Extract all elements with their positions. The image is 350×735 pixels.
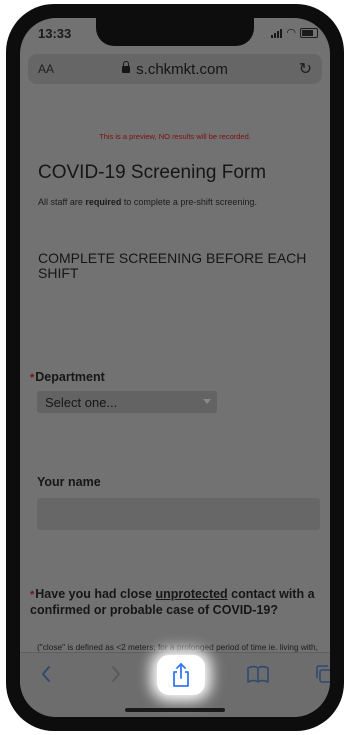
preview-notice: This is a preview, NO results will be re… [99,132,251,141]
address-bar[interactable]: AA s.chkmkt.com ↻ [28,54,322,84]
name-label: Your name [37,475,101,489]
battery-icon [300,28,318,38]
share-icon [173,663,189,687]
department-select[interactable]: Select one... [37,391,217,413]
phone-frame: 13:33 ◠ AA s.chkmkt.com ↻ This is a prev… [6,4,344,731]
chevron-right-icon [112,666,120,682]
name-input[interactable] [37,498,320,530]
forward-button[interactable] [106,661,126,687]
reload-icon[interactable]: ↻ [299,59,312,79]
screen: 13:33 ◠ AA s.chkmkt.com ↻ This is a prev… [20,18,330,717]
department-select-value: Select one... [45,395,118,410]
status-time: 13:33 [38,26,72,41]
status-icons: ◠ [271,27,318,39]
section-heading: COMPLETE SCREENING BEFORE EACH SHIFT [38,250,307,281]
lock-icon [122,61,131,73]
browser-toolbar [20,652,330,717]
wifi-icon: ◠ [286,27,296,39]
department-label: *Department [30,370,105,384]
intro-text: All staff are required to complete a pre… [38,197,257,207]
intro-bold: required [85,197,122,207]
chevron-down-icon [203,399,211,404]
intro-prefix: All staff are [38,197,86,207]
question-prefix: Have you had close [35,587,156,601]
notch [96,18,254,46]
tabs-icon [316,665,330,683]
share-button[interactable] [157,655,205,695]
question-note: ("close" is defined as <2 meters; for a … [37,642,318,652]
book-icon [247,665,269,683]
home-indicator[interactable] [125,708,225,712]
back-button[interactable] [36,661,56,687]
intro-suffix: to complete a pre-shift screening. [121,197,257,207]
tabs-button[interactable] [312,661,330,687]
page-title: COVID-19 Screening Form [38,162,267,183]
required-marker: * [30,372,35,384]
url-display[interactable]: s.chkmkt.com [28,61,322,78]
question-label: *Have you had close unprotected contact … [30,587,322,618]
required-marker: * [30,589,35,601]
page-content[interactable]: This is a preview, NO results will be re… [20,84,330,652]
url-text: s.chkmkt.com [136,61,228,78]
department-label-text: Department [35,370,105,384]
signal-icon [271,28,283,38]
bookmarks-button[interactable] [245,661,271,687]
question-underlined: unprotected [155,587,228,601]
chevron-left-icon [42,666,50,682]
